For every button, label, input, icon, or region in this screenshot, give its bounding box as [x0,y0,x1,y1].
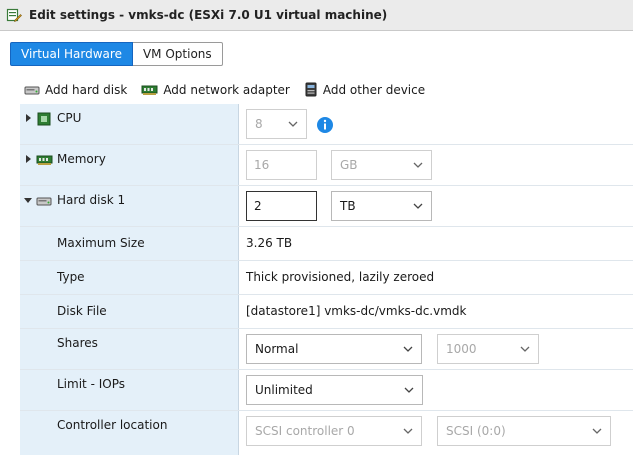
cpu-icon [37,112,51,126]
network-adapter-icon [141,85,158,95]
vm-edit-icon [6,8,22,22]
hard-disk-icon [24,86,40,95]
type-value: Thick provisioned, lazily zeroed [246,270,435,284]
title-bar: Edit settings - vmks-dc (ESXi 7.0 U1 vir… [0,0,633,31]
memory-label: Memory [57,152,106,166]
controller-location-label: Controller location [57,418,168,432]
row-cpu: CPU 8 [20,104,633,145]
add-network-adapter-label: Add network adapter [163,83,290,97]
chevron-down-icon [413,203,423,209]
row-disk-file: Disk File [datastore1] vmks-dc/vmks-dc.v… [20,295,633,329]
device-toolbar: Add hard disk Add network adapter Add ot… [24,80,439,100]
other-device-icon [305,82,317,97]
memory-icon [36,155,53,165]
add-hard-disk-button[interactable]: Add hard disk [24,83,127,97]
expand-cpu-toggle[interactable] [26,114,31,122]
row-hard-disk-1: Hard disk 1 2 TB [20,186,633,227]
hard-disk-icon [36,197,52,206]
shares-amount-select[interactable]: 1000 [437,334,539,364]
type-label: Type [57,270,85,284]
cpu-count-select[interactable]: 8 [246,109,307,139]
disk-file-label: Disk File [57,304,107,318]
hard-disk-label: Hard disk 1 [57,193,126,207]
tab-virtual-hardware[interactable]: Virtual Hardware [10,42,133,66]
add-other-device-label: Add other device [322,83,426,97]
shares-level-select[interactable]: Normal [246,334,422,364]
add-hard-disk-label: Add hard disk [45,83,128,97]
shares-label: Shares [57,336,98,350]
chevron-down-icon [288,121,298,127]
memory-size-input[interactable]: 16 [246,150,317,180]
hard-disk-unit-select[interactable]: TB [331,191,432,221]
row-maximum-size: Maximum Size 3.26 TB [20,227,633,261]
window-title: Edit settings - vmks-dc (ESXi 7.0 U1 vir… [29,8,388,22]
chevron-down-icon [592,428,602,434]
maximum-size-label: Maximum Size [57,236,145,250]
add-other-device-button[interactable]: Add other device [304,82,425,98]
row-controller-location: Controller location SCSI controller 0 SC… [20,411,633,455]
cpu-label: CPU [57,111,82,125]
chevron-down-icon [520,346,530,352]
row-limit-iops: Limit - IOPs Unlimited [20,370,633,411]
row-type: Type Thick provisioned, lazily zeroed [20,261,633,295]
memory-unit-select[interactable]: GB [331,150,432,180]
controller-slot-select[interactable]: SCSI (0:0) [437,416,611,446]
row-memory: Memory 16 GB [20,145,633,186]
collapse-hard-disk-toggle[interactable] [24,198,32,203]
maximum-size-value: 3.26 TB [246,236,293,250]
chevron-down-icon [403,346,413,352]
chevron-down-icon [413,162,423,168]
info-icon[interactable] [316,116,334,134]
chevron-down-icon [403,428,413,434]
hardware-settings-grid: CPU 8 Memory 16 GB Hard disk 1 2 TB Maxi… [20,104,633,455]
row-shares: Shares Normal 1000 [20,329,633,370]
add-network-adapter-button[interactable]: Add network adapter [141,83,290,97]
disk-file-value: [datastore1] vmks-dc/vmks-dc.vmdk [246,304,467,318]
hard-disk-size-input[interactable]: 2 [246,191,317,221]
controller-select[interactable]: SCSI controller 0 [246,416,422,446]
limit-iops-label: Limit - IOPs [57,377,125,391]
limit-iops-select[interactable]: Unlimited [246,375,423,405]
expand-memory-toggle[interactable] [26,155,31,163]
chevron-down-icon [404,387,414,393]
tab-bar: Virtual Hardware VM Options [10,42,223,66]
tab-vm-options[interactable]: VM Options [132,42,223,66]
